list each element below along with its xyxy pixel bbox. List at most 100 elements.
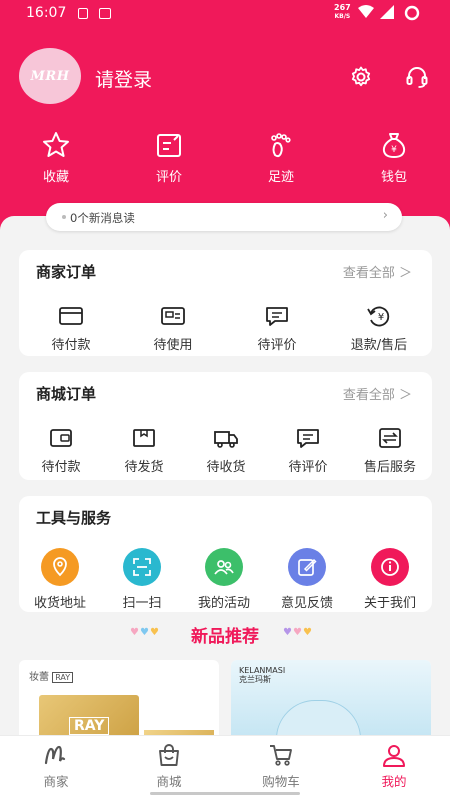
edit-note-icon xyxy=(157,134,181,157)
mall-order-pending-payment[interactable]: 待付款 xyxy=(31,426,91,475)
people-icon xyxy=(205,548,243,586)
merchant-order-to-review[interactable]: 待评价 xyxy=(247,304,307,353)
notification-icon xyxy=(78,8,88,19)
person-icon xyxy=(383,745,405,767)
tool-about-us[interactable]: 关于我们 xyxy=(355,548,425,611)
bottom-nav: 商家 商城 购物车 我的 xyxy=(0,735,450,800)
mall-orders-view-all[interactable]: 查看全部 ＞ xyxy=(343,384,412,403)
tool-label: 我的活动 xyxy=(197,596,250,611)
headset-icon[interactable] xyxy=(405,65,429,89)
battery-icon xyxy=(404,5,420,21)
exchange-icon xyxy=(379,428,401,448)
tools-card: 工具与服务 收货地址 扫一扫 我的活动 意见反馈 关于我们 xyxy=(19,496,432,612)
mall-orders-title: 商城订单 xyxy=(36,385,97,403)
mall-order-label: 售后服务 xyxy=(363,460,416,475)
card-icon xyxy=(59,307,83,325)
quick-favorites[interactable]: 收藏 xyxy=(16,130,96,185)
merchant-m-icon xyxy=(44,745,66,765)
tool-my-activities[interactable]: 我的活动 xyxy=(189,548,259,611)
quick-footprint-label: 足迹 xyxy=(267,170,294,185)
nav-label: 商城 xyxy=(156,774,182,789)
nav-mall[interactable]: 商城 xyxy=(129,742,209,790)
mall-order-label: 待评价 xyxy=(288,460,328,475)
hearts-decoration-right: ♥♥♥ xyxy=(283,627,313,638)
tool-label: 意见反馈 xyxy=(280,596,333,611)
nav-mine[interactable]: 我的 xyxy=(354,742,434,790)
tool-label: 扫一扫 xyxy=(122,596,162,611)
quick-reviews-label: 评价 xyxy=(155,170,182,185)
star-icon xyxy=(43,132,69,157)
mall-order-label: 待付款 xyxy=(41,460,81,475)
tool-feedback[interactable]: 意见反馈 xyxy=(272,548,342,611)
product-brand: KELANMASI 克兰玛斯 xyxy=(239,666,285,684)
merchant-orders-view-all[interactable]: 查看全部 ＞ xyxy=(343,262,412,281)
scan-icon xyxy=(123,548,161,586)
product-brand-cn: 克兰玛斯 xyxy=(239,675,271,684)
message-dot-icon xyxy=(62,215,66,219)
merchant-orders-card: 商家订单 查看全部 ＞ 待付款 待使用 待评价 ¥ 退款/售后 xyxy=(19,250,432,356)
net-speed-unit: KB/S xyxy=(334,13,351,20)
status-time: 16:07 xyxy=(26,5,67,21)
cart-icon xyxy=(270,745,292,766)
login-link[interactable]: 请登录 xyxy=(95,65,152,92)
merchant-order-to-use[interactable]: 待使用 xyxy=(143,304,203,353)
product-brand-cn: 妆蕾 xyxy=(29,672,49,683)
quick-footprint[interactable]: 足迹 xyxy=(241,130,321,185)
home-indicator[interactable] xyxy=(150,792,300,795)
box-icon xyxy=(133,429,155,447)
nav-merchants[interactable]: 商家 xyxy=(16,742,96,790)
message-bar[interactable]: 0个新消息读 › xyxy=(46,203,402,231)
product-box-label: RAY xyxy=(69,717,110,735)
comment-icon xyxy=(297,429,319,448)
nav-label: 购物车 xyxy=(262,774,300,789)
mall-order-label: 待收货 xyxy=(206,460,246,475)
merchant-order-label: 待使用 xyxy=(153,338,193,353)
feedback-icon xyxy=(288,548,326,586)
mall-order-label: 待发货 xyxy=(124,460,164,475)
product-brand: 妆蕾 RAY xyxy=(29,668,74,683)
mall-order-to-receive[interactable]: 待收货 xyxy=(196,426,256,475)
gear-icon[interactable] xyxy=(349,65,373,89)
new-products-title: 新品推荐 xyxy=(191,627,259,647)
avatar-text: MRH xyxy=(30,68,70,84)
avatar[interactable]: MRH xyxy=(19,48,81,104)
merchant-orders-title: 商家订单 xyxy=(36,263,97,281)
svg-text:¥: ¥ xyxy=(391,145,397,155)
tools-title: 工具与服务 xyxy=(36,509,112,527)
net-speed: 267 KB/S xyxy=(334,3,351,21)
tool-label: 收货地址 xyxy=(33,596,86,611)
quick-wallet-label: 钱包 xyxy=(380,170,407,185)
chevron-right-icon: › xyxy=(382,208,388,223)
nav-label: 我的 xyxy=(381,774,407,789)
mall-order-to-review[interactable]: 待评价 xyxy=(278,426,338,475)
product-brand-en: KELANMASI xyxy=(239,666,286,675)
app-root: 16:07 267 KB/S MRH 请登录 收藏 评价 足迹 ¥ 钱包 0个新… xyxy=(0,0,450,800)
signal-icon xyxy=(380,5,394,19)
tool-shipping-address[interactable]: 收货地址 xyxy=(25,548,95,611)
net-speed-value: 267 xyxy=(334,3,351,12)
quick-reviews[interactable]: 评价 xyxy=(129,130,209,185)
wallet-bag-icon: ¥ xyxy=(382,133,406,159)
merchant-order-label: 退款/售后 xyxy=(350,338,408,353)
image-icon xyxy=(99,8,111,19)
mall-orders-card: 商城订单 查看全部 ＞ 待付款 待发货 待收货 待评价 售后服务 xyxy=(19,372,432,480)
footprint-icon xyxy=(271,133,291,158)
shopping-bag-icon xyxy=(159,744,179,766)
merchant-order-label: 待付款 xyxy=(51,338,91,353)
merchant-order-refund[interactable]: ¥ 退款/售后 xyxy=(339,304,419,353)
tool-label: 关于我们 xyxy=(363,596,416,611)
nav-cart[interactable]: 购物车 xyxy=(241,742,321,790)
tool-scan[interactable]: 扫一扫 xyxy=(107,548,177,611)
merchant-order-pending-payment[interactable]: 待付款 xyxy=(41,304,101,353)
message-bar-text: 0个新消息读 xyxy=(70,211,135,225)
mall-order-after-sales[interactable]: 售后服务 xyxy=(354,426,426,475)
status-bar: 16:07 267 KB/S xyxy=(0,0,450,28)
comment-icon xyxy=(266,307,288,326)
merchant-order-label: 待评价 xyxy=(257,338,297,353)
info-icon xyxy=(371,548,409,586)
truck-icon xyxy=(214,431,238,448)
wifi-icon xyxy=(358,5,374,18)
svg-text:¥: ¥ xyxy=(378,312,384,323)
quick-wallet[interactable]: ¥ 钱包 xyxy=(354,130,434,185)
mall-order-to-ship[interactable]: 待发货 xyxy=(114,426,174,475)
